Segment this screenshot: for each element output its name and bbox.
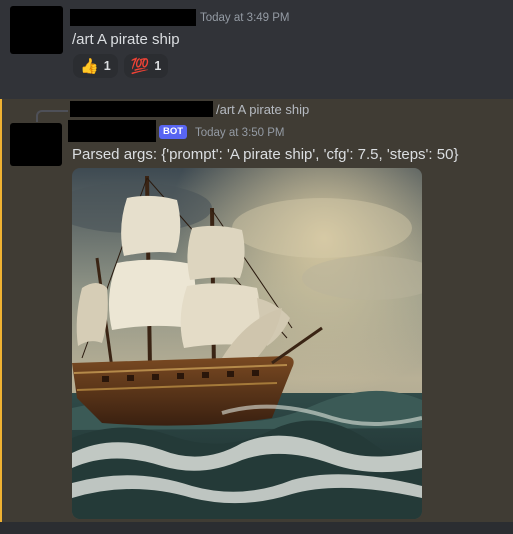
redacted-reply-username[interactable] <box>70 101 213 117</box>
redacted-bot-name[interactable] <box>68 120 156 142</box>
generated-image[interactable] <box>72 168 422 519</box>
redacted-username[interactable] <box>70 9 196 26</box>
pirate-ship-painting <box>72 168 422 519</box>
message-timestamp: Today at 3:50 PM <box>195 127 285 139</box>
reaction-count: 1 <box>103 59 111 73</box>
reply-connector <box>36 110 68 122</box>
message-content: /art A pirate ship <box>72 31 180 48</box>
thumbs-up-icon: 👍 <box>80 57 99 75</box>
reaction-count: 1 <box>154 59 162 73</box>
bottom-bar <box>0 522 513 534</box>
reactions-bar: 👍 1 💯 1 <box>73 54 169 78</box>
bot-badge: BOT <box>159 125 188 139</box>
message-2: /art A pirate ship BOT Today at 3:50 PM … <box>0 99 513 522</box>
user-avatar[interactable] <box>10 6 63 54</box>
bot-avatar[interactable] <box>10 123 62 166</box>
hundred-points-icon: 💯 <box>130 57 150 75</box>
reaction-thumbs-up[interactable]: 👍 1 <box>73 54 118 78</box>
message-1: Today at 3:49 PM /art A pirate ship 👍 1 … <box>0 0 513 98</box>
message-timestamp: Today at 3:49 PM <box>200 12 290 24</box>
reaction-hundred-points[interactable]: 💯 1 <box>123 54 169 78</box>
message-content: Parsed args: {'prompt': 'A pirate ship',… <box>72 146 459 163</box>
reply-preview[interactable]: /art A pirate ship <box>216 102 309 117</box>
